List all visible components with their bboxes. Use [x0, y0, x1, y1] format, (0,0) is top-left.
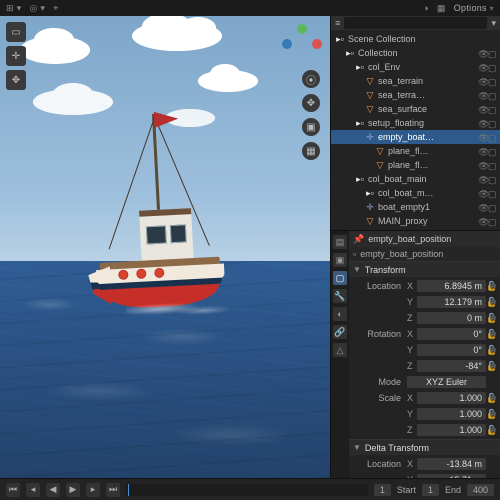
options-dropdown[interactable]: Options ▾ — [454, 3, 494, 13]
camera-view-button[interactable]: ▣ — [302, 118, 320, 136]
outliner-item[interactable]: ✛empty_boat…👁▢ — [331, 130, 500, 144]
jump-end-button[interactable]: ⏭ — [106, 483, 120, 497]
overlays-toggle[interactable]: ◑ — [423, 3, 429, 13]
chevron-down-icon: ▼ — [353, 443, 361, 452]
axis-label-x: X — [407, 281, 417, 291]
play-reverse-button[interactable]: ◀ — [46, 483, 60, 497]
rotation-x-field[interactable]: 0° — [417, 328, 486, 340]
location-y-field[interactable]: 12.179 m — [417, 296, 486, 308]
jump-start-button[interactable]: ⏮ — [6, 483, 20, 497]
timeline-track[interactable] — [126, 484, 368, 496]
properties-panel: ▤ ▣ ▢ 🔧 ◐ 🔗 △ 📌 empty_boat_position ▫ — [331, 231, 500, 478]
boat-object[interactable] — [74, 110, 236, 348]
pan-button[interactable]: ✥ — [302, 94, 320, 112]
current-frame-field[interactable]: 1 — [374, 484, 391, 496]
tab-render[interactable]: ▤ — [333, 235, 347, 249]
editor-header: ⊞ ▾ ◎ ▾ ⌖ ◑ ▦ Options ▾ — [0, 0, 500, 16]
tab-output[interactable]: ▣ — [333, 253, 347, 267]
scale-z-field[interactable]: 1.000 — [417, 424, 486, 436]
viewport-toolbar: ▭ ✛ ✥ — [6, 22, 26, 90]
outliner-item[interactable]: ▸▫Collection👁▢ — [331, 46, 500, 60]
outliner-item[interactable]: ✛boat_empty1👁▢ — [331, 200, 500, 214]
axis-label-y: Y — [407, 297, 417, 307]
keyframe-prev-button[interactable]: ◂ — [26, 483, 40, 497]
outliner-item[interactable]: ▽sea_terrain👁▢ — [331, 74, 500, 88]
axis-label-z: Z — [407, 313, 417, 323]
outliner-item[interactable]: ▽MAIN_proxy👁▢ — [331, 214, 500, 228]
outliner-root[interactable]: ▸▫Scene Collection — [331, 32, 500, 46]
tab-data[interactable]: △ — [333, 343, 347, 357]
play-button[interactable]: ▶ — [66, 483, 80, 497]
tab-modifiers[interactable]: 🔧 — [333, 289, 347, 303]
axis-y-icon[interactable] — [297, 24, 307, 34]
outliner-search[interactable] — [344, 17, 487, 29]
properties-tab-strip: ▤ ▣ ▢ 🔧 ◐ 🔗 △ — [331, 231, 349, 478]
outliner-item[interactable]: ▽plane_fl…👁▢ — [331, 144, 500, 158]
end-frame-field[interactable]: 400 — [467, 484, 494, 496]
zoom-button[interactable]: ⦿ — [302, 70, 320, 88]
scale-x-field[interactable]: 1.000 — [417, 392, 486, 404]
pivot-dropdown[interactable]: ◎ ▾ — [29, 3, 45, 14]
start-label: Start — [397, 485, 416, 495]
snap-toggle[interactable]: ⌖ — [53, 3, 58, 14]
outliner-tree[interactable]: ▸▫Scene Collection▸▫Collection👁▢▸▫col_En… — [331, 30, 500, 231]
flag-icon — [153, 110, 178, 127]
location-z-field[interactable]: 0 m — [417, 312, 486, 324]
pin-icon[interactable]: 📌 — [353, 234, 364, 245]
filter-icon[interactable]: ▾ — [491, 18, 496, 29]
delta-transform-panel-header[interactable]: ▼ Delta Transform — [349, 440, 500, 455]
outliner-item[interactable]: ▽sea_terra…👁▢ — [331, 88, 500, 102]
tab-physics[interactable]: ◐ — [333, 307, 347, 321]
rotation-mode-dropdown[interactable]: XYZ Euler — [407, 376, 486, 388]
timeline: ⏮ ◂ ◀ ▶ ▸ ⏭ 1 Start 1 End 400 — [0, 478, 500, 500]
outliner-item[interactable]: ▸▫col_Env👁▢ — [331, 60, 500, 74]
perspective-toggle[interactable]: ▦ — [302, 142, 320, 160]
axis-x-icon[interactable] — [312, 39, 322, 49]
outliner-mode-icon[interactable]: ≡ — [335, 18, 340, 28]
breadcrumb-icon: ▫ — [353, 249, 356, 259]
orientation-dropdown[interactable]: ⊞ ▾ — [6, 3, 21, 14]
delta-loc-y-field[interactable]: 15.71 m — [417, 474, 486, 478]
tab-object[interactable]: ▢ — [333, 271, 347, 285]
nav-gizmo[interactable] — [282, 24, 322, 64]
select-tool[interactable]: ▭ — [6, 22, 26, 42]
outliner-item[interactable]: ▽plane_fl…👁▢ — [331, 158, 500, 172]
active-object-name: empty_boat_position — [368, 234, 451, 244]
location-x-field[interactable]: 6.8945 m — [417, 280, 486, 292]
keyframe-next-button[interactable]: ▸ — [86, 483, 100, 497]
rotation-z-field[interactable]: -84° — [417, 360, 486, 372]
3d-viewport[interactable]: ▭ ✛ ✥ ⦿ ✥ ▣ ▦ — [0, 16, 330, 478]
scale-y-field[interactable]: 1.000 — [417, 408, 486, 420]
start-frame-field[interactable]: 1 — [422, 484, 439, 496]
outliner-item[interactable]: ▽sea_surface👁▢ — [331, 102, 500, 116]
outliner-item[interactable]: ▸▫setup_floating👁▢ — [331, 116, 500, 130]
cursor-tool[interactable]: ✛ — [6, 46, 26, 66]
outliner-panel: ≡ ▾ ▸▫Scene Collection▸▫Collection👁▢▸▫co… — [331, 16, 500, 231]
chevron-down-icon: ▼ — [353, 265, 361, 274]
end-label: End — [445, 485, 461, 495]
axis-z-icon[interactable] — [282, 39, 292, 49]
wireframe-toggle[interactable]: ▦ — [437, 3, 446, 14]
outliner-item[interactable]: ▸▫col_boat_m…👁▢ — [331, 186, 500, 200]
rotation-y-field[interactable]: 0° — [417, 344, 486, 356]
tab-constraints[interactable]: 🔗 — [333, 325, 347, 339]
delta-loc-x-field[interactable]: -13.84 m — [417, 458, 486, 470]
transform-panel-header[interactable]: ▼ Transform — [349, 262, 500, 277]
outliner-item[interactable]: ▸▫col_boat_main👁▢ — [331, 172, 500, 186]
move-tool[interactable]: ✥ — [6, 70, 26, 90]
breadcrumb: empty_boat_position — [360, 249, 443, 259]
